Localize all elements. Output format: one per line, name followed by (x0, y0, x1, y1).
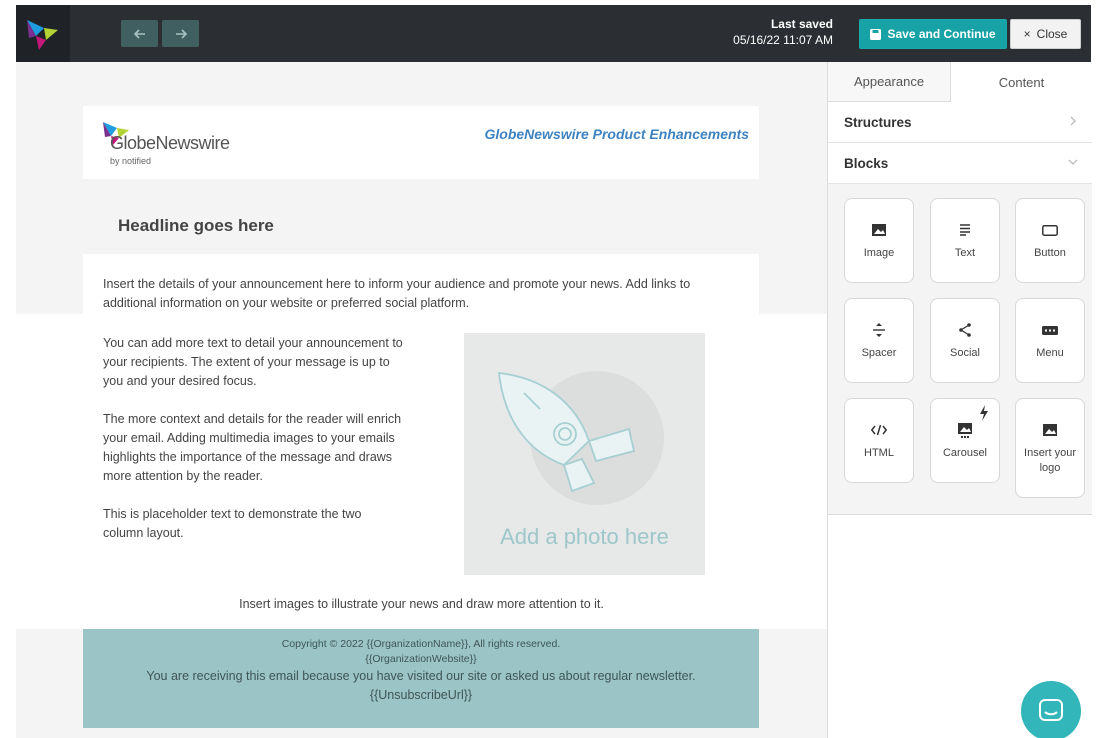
block-spacer[interactable]: Spacer (844, 298, 914, 383)
share-icon (959, 323, 971, 337)
block-label: Text (954, 247, 976, 259)
photo-label: Add a photo here (500, 524, 669, 549)
email-title: GlobeNewswire Product Enhancements (484, 126, 749, 142)
logo-text: GlobeNewswire (110, 133, 230, 153)
close-button[interactable]: × Close (1010, 19, 1081, 49)
close-icon: × (1023, 27, 1031, 41)
app-logo-icon (27, 20, 58, 50)
logo-subtext: by notified (110, 156, 152, 166)
headline[interactable]: Headline goes here (118, 216, 274, 236)
block-menu[interactable]: Menu (1015, 298, 1085, 383)
email-canvas[interactable]: GlobeNewswire by notified GlobeNewswire … (16, 62, 827, 738)
block-label: Carousel (942, 447, 988, 459)
paragraph: You can add more text to detail your ann… (103, 336, 403, 388)
email-header-row[interactable]: GlobeNewswire by notified GlobeNewswire … (83, 106, 759, 179)
block-text[interactable]: Text (930, 198, 1000, 283)
structures-section[interactable]: Structures (828, 102, 1092, 143)
block-label: Menu (1036, 347, 1064, 359)
footer-website: {{OrganizationWebsite}} (365, 653, 477, 665)
save-label: Save and Continue (887, 27, 996, 41)
save-and-continue-button[interactable]: Save and Continue (859, 19, 1007, 49)
last-saved-status: Last saved 05/16/22 11:07 AM (733, 16, 833, 48)
undo-button[interactable] (121, 20, 158, 47)
left-column-text[interactable]: You can add more text to detail your ann… (103, 334, 403, 562)
last-saved-time: 05/16/22 11:07 AM (733, 33, 833, 47)
two-column-row[interactable]: You can add more text to detail your ann… (16, 314, 827, 629)
lightning-icon (980, 405, 988, 421)
close-label: Close (1036, 27, 1068, 41)
save-icon (870, 28, 882, 40)
block-label: HTML (864, 447, 894, 459)
button-icon (1042, 224, 1058, 236)
paragraph: The more context and details for the rea… (103, 412, 402, 483)
block-carousel[interactable]: Carousel (930, 398, 1000, 483)
footer-copyright: Copyright © 2022 {{OrganizationName}}, A… (281, 638, 561, 650)
image-icon (872, 224, 886, 236)
block-button[interactable]: Button (1015, 198, 1085, 283)
panel-tabs: Appearance Content (828, 62, 1092, 102)
tab-content[interactable]: Content (951, 62, 1092, 102)
redo-button[interactable] (162, 20, 199, 47)
chevron-down-icon (1068, 159, 1078, 165)
chat-icon (1039, 699, 1063, 721)
chevron-right-icon (1070, 116, 1076, 126)
block-insert-logo[interactable]: Insert your logo (1015, 398, 1085, 498)
spacer-icon (873, 323, 885, 337)
blocks-grid: Image Text Button Spacer Social Menu HTM… (828, 184, 1092, 515)
tab-appearance[interactable]: Appearance (828, 62, 951, 102)
paragraph: This is placeholder text to demonstrate … (103, 507, 362, 540)
block-label: Button (1034, 247, 1066, 259)
block-social[interactable]: Social (930, 298, 1000, 383)
logo-image-icon (1043, 424, 1057, 436)
block-image[interactable]: Image (844, 198, 914, 283)
footer-unsubscribe: {{UnsubscribeUrl}} (369, 688, 473, 702)
block-label: Insert your logo (1024, 447, 1076, 474)
email-footer[interactable]: Copyright © 2022 {{OrganizationName}}, A… (83, 629, 759, 728)
blocks-section[interactable]: Blocks (828, 143, 1092, 184)
footer-notice: You are receiving this email because you… (146, 669, 696, 683)
menu-icon (1042, 325, 1058, 335)
redo-icon (175, 28, 187, 39)
intro-text[interactable]: Insert the details of your announcement … (83, 254, 759, 314)
code-icon (871, 424, 887, 436)
blocks-label: Blocks (844, 155, 889, 171)
image-caption[interactable]: Insert images to illustrate your news an… (16, 597, 827, 611)
carousel-icon (958, 422, 972, 438)
text-icon (960, 224, 970, 236)
block-label: Spacer (861, 347, 897, 359)
top-bar: Last saved 05/16/22 11:07 AM Save and Co… (16, 5, 1091, 62)
structures-label: Structures (844, 114, 912, 130)
editor-panel: Appearance Content Structures Blocks Ima… (827, 62, 1092, 738)
app-logo (16, 5, 70, 62)
undo-icon (133, 28, 145, 39)
block-html[interactable]: HTML (844, 398, 914, 483)
chat-launcher-button[interactable] (1021, 681, 1081, 738)
photo-placeholder[interactable]: Add a photo here (464, 333, 705, 575)
block-label: Image (863, 247, 895, 259)
last-saved-label: Last saved (770, 17, 833, 31)
block-label: Social (950, 347, 980, 359)
